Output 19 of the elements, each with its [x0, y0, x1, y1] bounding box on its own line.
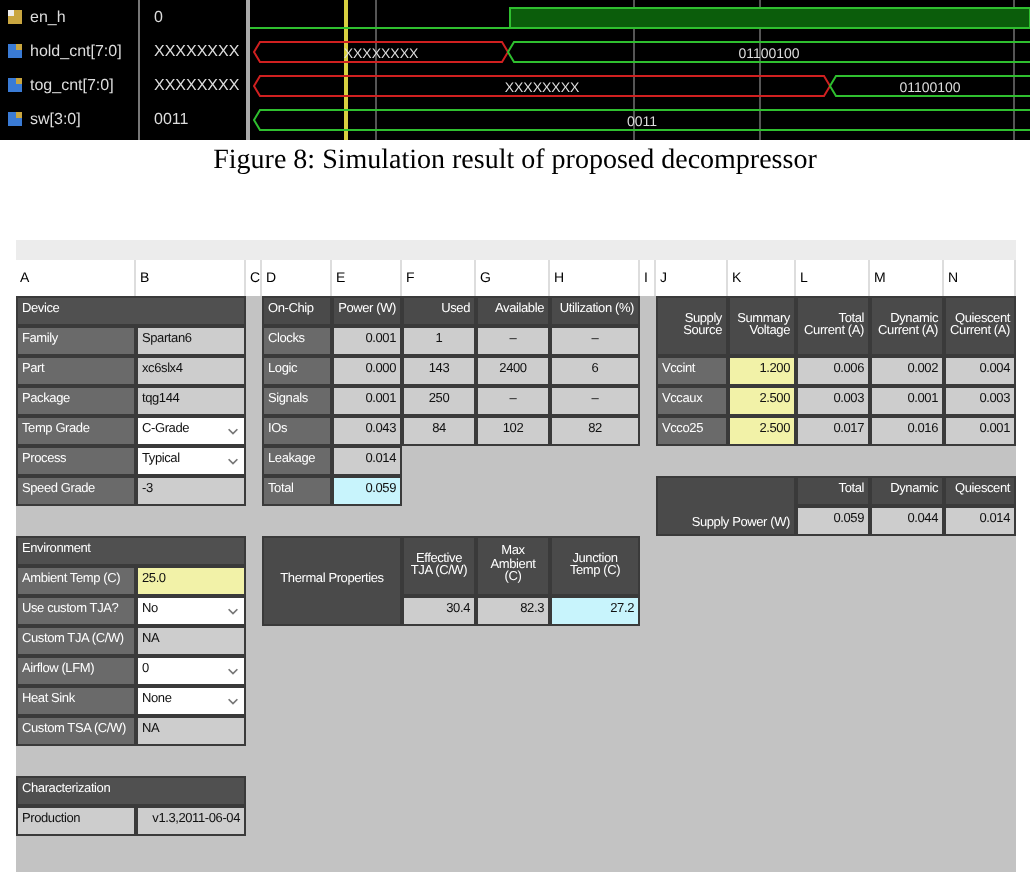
- figure-caption: Figure 8: Simulation result of proposed decompressor: [211, 146, 819, 178]
- signal-name[interactable]: hold_cnt[7:0]: [30, 42, 122, 60]
- caret-icon: [226, 664, 240, 678]
- signal-icon: [6, 8, 24, 26]
- signal-value: XXXXXXXX: [154, 42, 240, 60]
- bus-icon: [6, 76, 24, 94]
- signal-value: 0011: [154, 110, 189, 128]
- bus-icon: [6, 110, 24, 128]
- signal-name[interactable]: en_h: [30, 8, 66, 26]
- signal-name[interactable]: sw[3:0]: [30, 110, 81, 128]
- signal-name[interactable]: tog_cnt[7:0]: [30, 76, 114, 94]
- signal-value: 0: [154, 8, 163, 26]
- signal-value: XXXXXXXX: [154, 76, 240, 94]
- caret-icon: [226, 694, 240, 708]
- caret-icon: [226, 604, 240, 618]
- cursor-line[interactable]: [344, 0, 348, 140]
- caret-icon: [226, 424, 240, 438]
- caret-icon: [226, 454, 240, 468]
- bus-icon: [6, 42, 24, 60]
